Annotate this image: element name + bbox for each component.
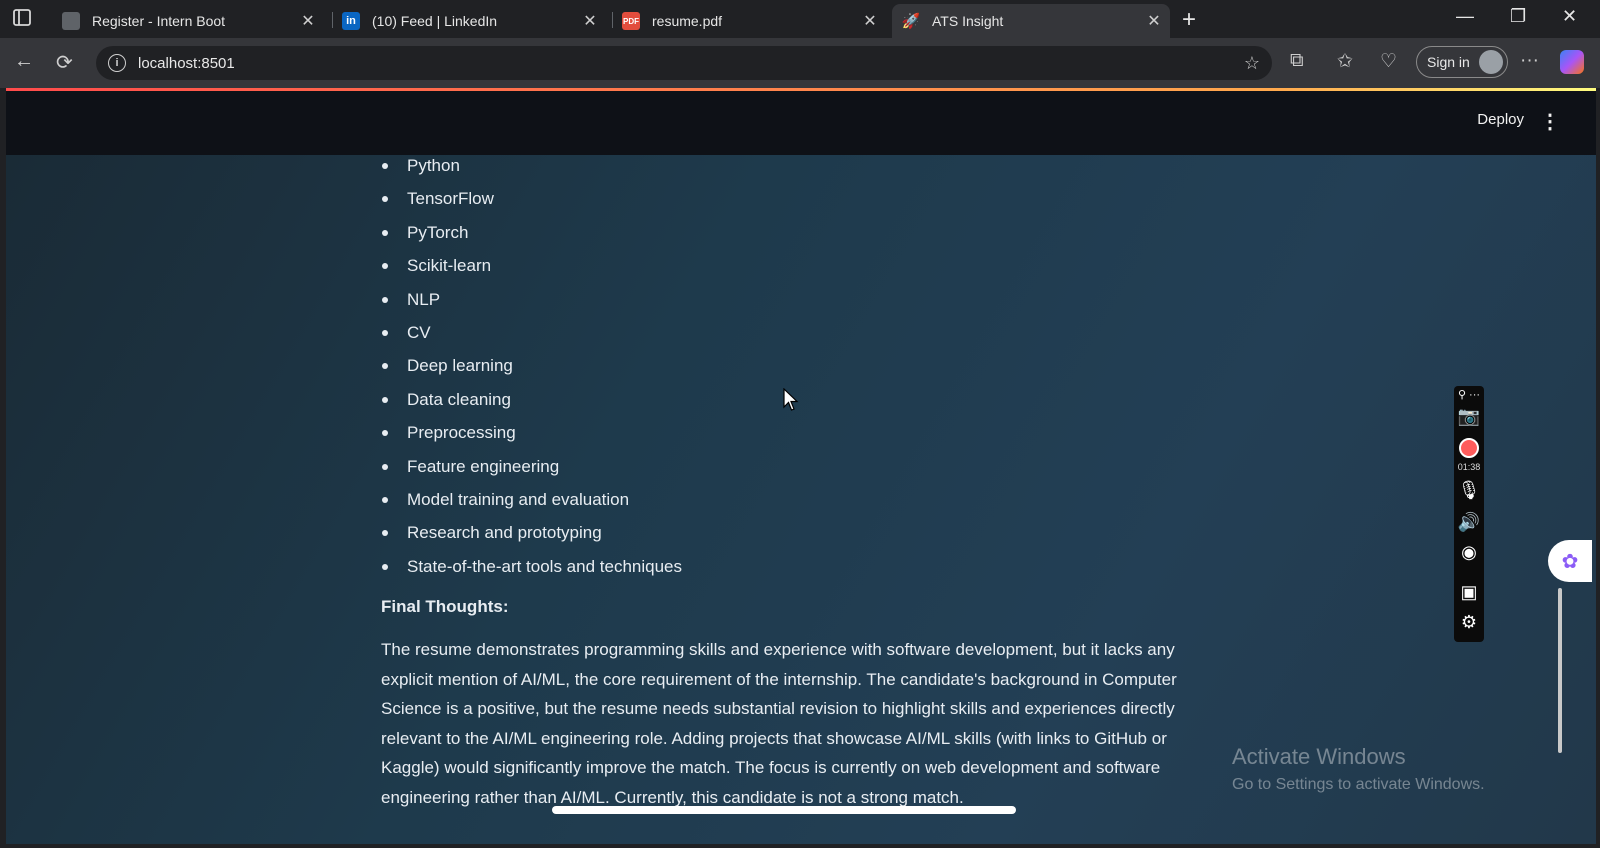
pdf-icon: PDF [622,12,640,30]
close-tab-icon[interactable]: ✕ [860,11,880,31]
more-options-icon[interactable]: ··· [1520,50,1539,72]
tab-register[interactable]: Register - Intern Boot ✕ [52,4,324,38]
skills-list: Python TensorFlow PyTorch Scikit-learn N… [381,154,1201,588]
list-item: Deep learning [381,354,1201,387]
extensions-icon[interactable]: ⧉ [1290,50,1304,72]
final-thoughts-text: The resume demonstrates programming skil… [381,640,1177,807]
record-button-icon[interactable] [1459,438,1479,458]
url-text[interactable]: localhost:8501 [138,55,1244,72]
list-item: Preprocessing [381,421,1201,454]
screen-recorder-toolbar: ⚲ ··· 📷 01:38 🎙 🔊 ◉ ▣ ⚙ [1454,386,1484,642]
tab-title: ATS Insight [932,13,1004,29]
list-item: TensorFlow [381,187,1201,220]
reload-icon[interactable]: ⟳ [56,50,73,75]
favorite-star-icon[interactable]: ☆ [1244,53,1260,74]
list-item: State-of-the-art tools and techniques [381,555,1201,588]
watermark-title: Activate Windows [1232,744,1406,769]
new-tab-icon[interactable]: + [1182,6,1196,34]
page-icon [62,12,80,30]
screen-capture-icon[interactable]: ▣ [1454,582,1484,603]
camera-icon[interactable]: 📷 [1454,406,1484,427]
microphone-icon[interactable]: 🎙 [1454,480,1484,501]
close-tab-icon[interactable]: ✕ [298,11,318,31]
list-item: Scikit-learn [381,254,1201,287]
deploy-button[interactable]: Deploy [1477,111,1524,128]
profile-avatar-icon [1479,50,1503,74]
tab-actions-icon[interactable] [12,8,36,30]
tab-resume-pdf[interactable]: PDF resume.pdf ✕ [612,4,886,38]
close-window-icon[interactable]: ✕ [1562,6,1577,27]
minimize-icon[interactable]: — [1456,6,1474,27]
final-thoughts-heading: Final Thoughts: [381,597,509,617]
site-info-icon[interactable]: i [108,54,126,72]
list-item: Feature engineering [381,455,1201,488]
activate-windows-watermark: Activate Windows Go to Settings to activ… [1232,744,1485,794]
app-viewport: Deploy ⋮ Python TensorFlow PyTorch Sciki… [6,88,1596,844]
list-item: NLP [381,288,1201,321]
browser-essentials-icon[interactable]: ♡ [1380,50,1397,73]
restore-icon[interactable]: ❐ [1510,6,1526,27]
linkedin-icon: in [342,12,360,30]
tab-linkedin[interactable]: in (10) Feed | LinkedIn ✕ [332,4,606,38]
analysis-content: Python TensorFlow PyTorch Scikit-learn N… [381,154,1201,812]
settings-gear-icon[interactable]: ⚙ [1454,612,1484,633]
browser-tab-strip: Register - Intern Boot ✕ in (10) Feed | … [0,0,1600,38]
recording-timer: 01:38 [1457,462,1481,472]
tab-ats-insight[interactable]: 🚀 ATS Insight ✕ [892,4,1170,38]
list-item: PyTorch [381,221,1201,254]
watermark-subtitle: Go to Settings to activate Windows. [1232,776,1485,793]
copilot-icon[interactable] [1560,50,1584,74]
tab-title: Register - Intern Boot [92,13,226,29]
brain-assistant-icon[interactable]: ✿ [1548,540,1592,582]
list-item: Python [381,154,1201,187]
speaker-icon[interactable]: 🔊 [1454,512,1484,533]
browser-toolbar: ← ⟳ i localhost:8501 ☆ ⧉ ✩ ♡ Sign in ··· [0,38,1600,88]
horizontal-scroll-indicator[interactable] [552,806,1016,814]
list-item: Research and prototyping [381,521,1201,554]
close-tab-icon[interactable]: ✕ [580,11,600,31]
sign-in-button[interactable]: Sign in [1416,46,1508,78]
recorder-menu-icon[interactable]: ⚲ ··· [1454,388,1484,401]
webcam-icon[interactable]: ◉ [1454,542,1484,563]
favorites-icon[interactable]: ✩ [1337,50,1353,73]
sign-in-label: Sign in [1427,54,1470,70]
back-icon[interactable]: ← [14,50,34,73]
close-tab-icon[interactable]: ✕ [1144,11,1164,31]
list-item: CV [381,321,1201,354]
address-bar[interactable]: i localhost:8501 ☆ [96,46,1272,80]
tab-title: resume.pdf [652,13,723,29]
list-item: Model training and evaluation [381,488,1201,521]
main-menu-icon[interactable]: ⋮ [1540,109,1560,134]
rocket-icon: 🚀 [901,13,921,30]
tab-title: (10) Feed | LinkedIn [372,13,498,29]
vertical-scrollbar[interactable] [1558,588,1562,753]
app-header: Deploy ⋮ [6,91,1596,155]
